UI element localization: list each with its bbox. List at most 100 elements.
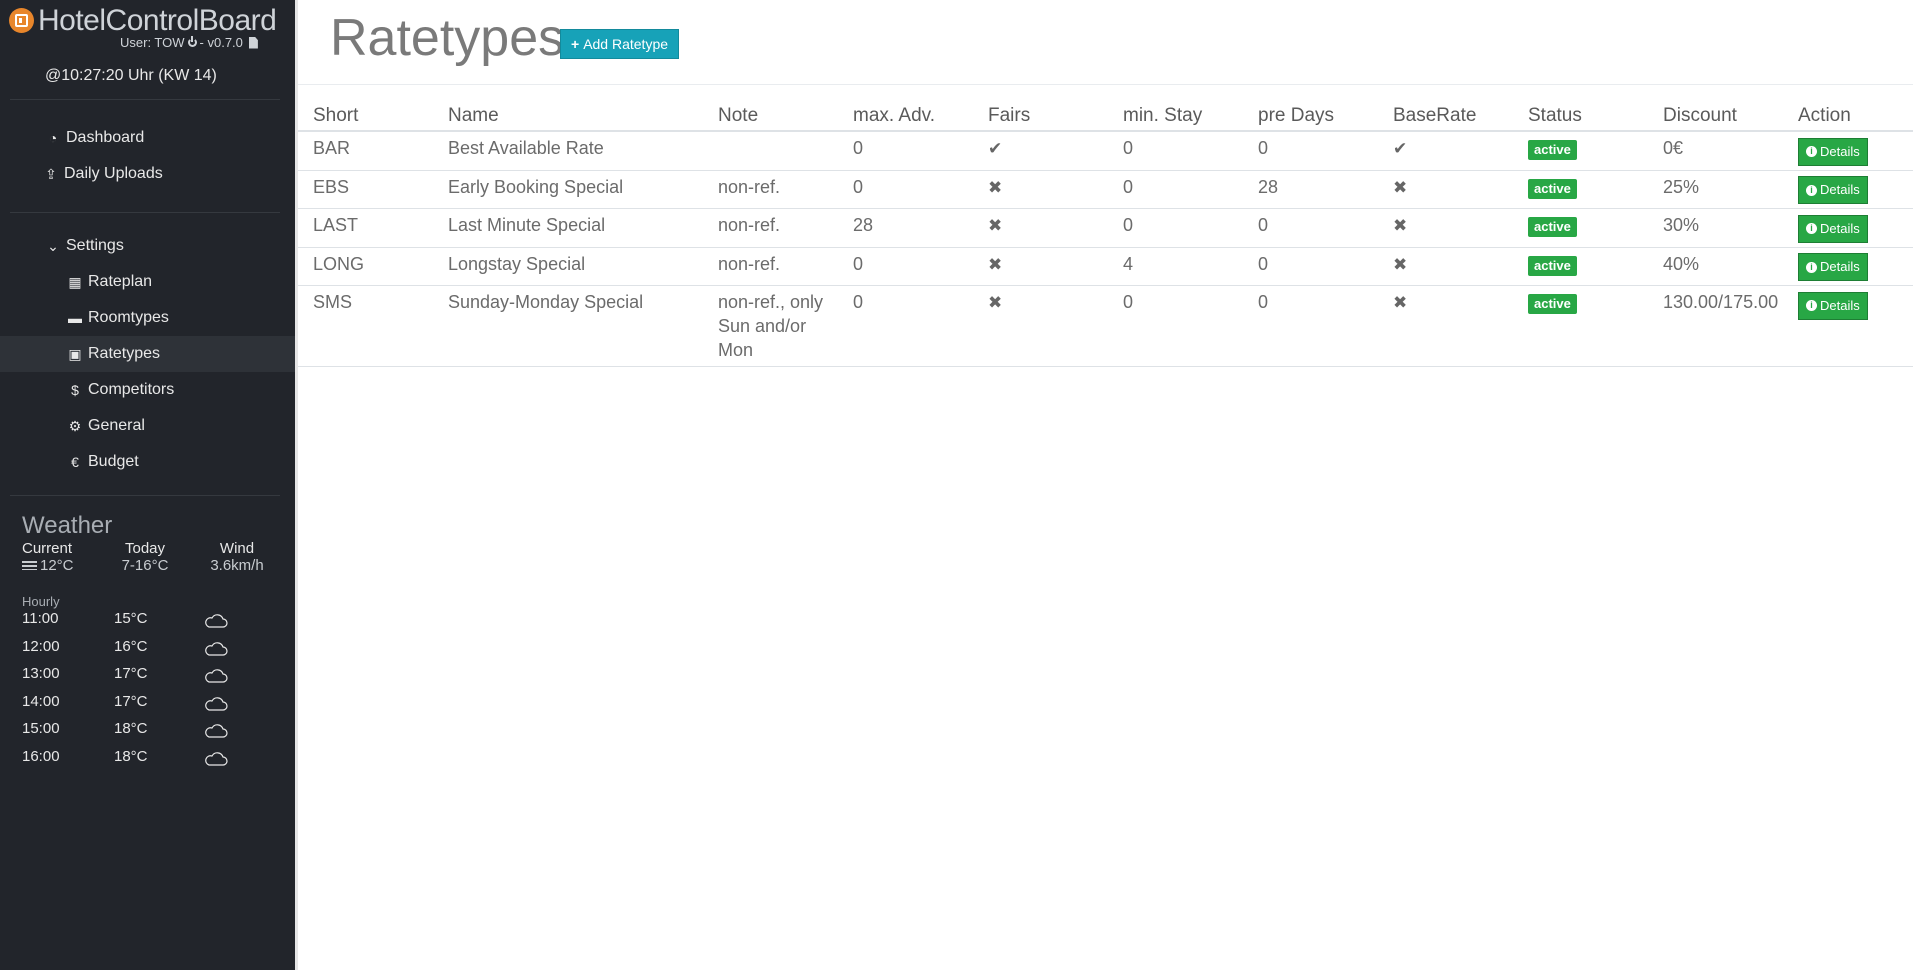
sidebar-item-roomtypes[interactable]: ▬ Roomtypes	[0, 300, 295, 336]
hourly-row: 13:00 17°C	[22, 665, 242, 692]
column-header-status[interactable]: Status	[1513, 100, 1648, 132]
hourly-row: 12:00 16°C	[22, 638, 242, 665]
column-header-max-adv[interactable]: max. Adv.	[838, 100, 973, 132]
sidebar-item-general[interactable]: ⚙ General	[0, 408, 295, 444]
sidebar-item-ratetypes[interactable]: ▣ Ratetypes	[0, 336, 295, 372]
sidebar-item-rateplan[interactable]: ▦ Rateplan	[0, 264, 295, 300]
check-icon: ✔	[988, 139, 1003, 158]
hour-time: 15:00	[22, 720, 60, 737]
weather-wind: Wind 3.6km/h	[205, 540, 269, 574]
info-icon: i	[1806, 184, 1817, 196]
changelog-icon[interactable]	[248, 36, 258, 49]
weather-today-value: 7-16°C	[121, 557, 169, 574]
details-button[interactable]: i Details	[1798, 214, 1868, 243]
dollar-icon: $	[71, 382, 79, 398]
weather-wind-value: 3.6km/h	[210, 557, 264, 574]
info-icon: i	[1806, 300, 1817, 311]
cell-discount: 40%	[1648, 247, 1783, 286]
sidebar-item-settings[interactable]: ⌄ Settings	[0, 228, 295, 264]
details-label: Details	[1820, 182, 1860, 197]
cell-short: LAST	[298, 208, 433, 248]
status-badge: active	[1528, 255, 1577, 276]
logout-icon[interactable]	[187, 36, 197, 47]
details-button[interactable]: i Details	[1798, 291, 1868, 320]
column-header-min-stay[interactable]: min. Stay	[1108, 100, 1243, 132]
hourly-row: 14:00 17°C	[22, 693, 242, 720]
sidebar-item-competitors[interactable]: $ Competitors	[0, 372, 295, 408]
hour-temp: 18°C	[114, 748, 148, 765]
brand-title[interactable]: HotelControlBoard	[38, 4, 277, 38]
calendar-icon: ▦	[68, 273, 82, 290]
weather-current-value: 12°C	[40, 557, 74, 574]
cell-max-adv: 28	[838, 208, 973, 248]
sidebar-item-label: General	[88, 417, 145, 434]
cell-pre-days: 0	[1243, 285, 1378, 367]
table-header-row: Short Name Note max. Adv. Fairs min. Sta…	[298, 100, 1913, 132]
sidebar-divider	[10, 212, 280, 213]
column-header-note[interactable]: Note	[703, 100, 838, 132]
money-bill-icon: ▣	[68, 345, 82, 362]
table-row: BAR Best Available Rate 0 ✔ 0 0 ✔ active…	[298, 131, 1913, 171]
details-button[interactable]: i Details	[1798, 176, 1868, 204]
euro-icon: €	[71, 454, 79, 470]
upload-icon: ⇪	[45, 165, 57, 182]
column-header-name[interactable]: Name	[433, 100, 703, 132]
cloud-icon	[205, 752, 228, 766]
sidebar-item-budget[interactable]: € Budget	[0, 444, 295, 480]
cell-short: BAR	[298, 131, 433, 171]
column-header-short[interactable]: Short	[298, 100, 433, 132]
weather-today: Today 7-16°C	[120, 540, 170, 574]
column-header-pre-days[interactable]: pre Days	[1243, 100, 1378, 132]
cell-min-stay: 0	[1108, 208, 1243, 248]
sidebar-item-daily-uploads[interactable]: ⇪ Daily Uploads	[0, 156, 295, 192]
cell-min-stay: 0	[1108, 131, 1243, 171]
sidebar-item-label: Budget	[88, 453, 139, 470]
details-label: Details	[1820, 143, 1860, 159]
hourly-row: 16:00 18°C	[22, 748, 242, 775]
sidebar-item-label: Dashboard	[66, 129, 145, 146]
cell-note: non-ref.	[703, 170, 838, 209]
cell-max-adv: 0	[838, 285, 973, 367]
details-button[interactable]: i Details	[1798, 137, 1868, 166]
sidebar-item-label: Roomtypes	[88, 309, 169, 326]
cell-discount: 0€	[1648, 131, 1783, 171]
plus-icon: +	[571, 36, 580, 52]
hour-temp: 18°C	[114, 720, 148, 737]
info-icon: i	[1806, 261, 1817, 273]
weather-current-label: Current	[22, 540, 73, 557]
details-label: Details	[1820, 297, 1860, 313]
details-button[interactable]: i Details	[1798, 253, 1868, 281]
status-badge: active	[1528, 178, 1577, 199]
hour-time: 11:00	[22, 610, 59, 627]
sidebar-item-dashboard[interactable]: ◔ Dashboard	[0, 120, 295, 156]
table-row: LAST Last Minute Special non-ref. 28 ✖ 0…	[298, 208, 1913, 248]
weather-today-label: Today	[124, 540, 166, 557]
status-badge: active	[1528, 217, 1577, 237]
column-header-base-rate[interactable]: BaseRate	[1378, 100, 1513, 132]
cell-discount: 130.00/175.00	[1648, 285, 1783, 367]
column-header-action: Action	[1783, 100, 1913, 132]
ratetypes-table: Short Name Note max. Adv. Fairs min. Sta…	[298, 100, 1913, 367]
sidebar-divider	[10, 495, 280, 496]
hotel-logo-icon[interactable]	[9, 8, 34, 33]
cross-icon: ✖	[1393, 177, 1408, 197]
cross-icon: ✖	[988, 216, 1003, 235]
hourly-row: 11:00 15°C	[22, 610, 242, 637]
add-ratetype-button[interactable]: + Add Ratetype	[560, 29, 680, 59]
hour-temp: 17°C	[114, 665, 148, 682]
header-divider	[298, 84, 1913, 85]
cell-min-stay: 0	[1108, 285, 1243, 367]
cloud-icon	[205, 642, 228, 656]
cell-pre-days: 0	[1243, 131, 1378, 171]
cell-pre-days: 0	[1243, 247, 1378, 286]
column-header-fairs[interactable]: Fairs	[973, 100, 1108, 132]
sidebar-item-label: Daily Uploads	[64, 165, 163, 182]
user-label: User: TOW	[120, 35, 185, 50]
table-row: SMS Sunday-Monday Special non-ref., only…	[298, 285, 1913, 367]
sidebar-divider	[10, 99, 280, 100]
sidebar-item-label: Competitors	[88, 381, 175, 398]
details-label: Details	[1820, 259, 1860, 274]
cross-icon: ✖	[988, 254, 1003, 274]
column-header-discount[interactable]: Discount	[1648, 100, 1783, 132]
cross-icon: ✖	[988, 177, 1003, 197]
